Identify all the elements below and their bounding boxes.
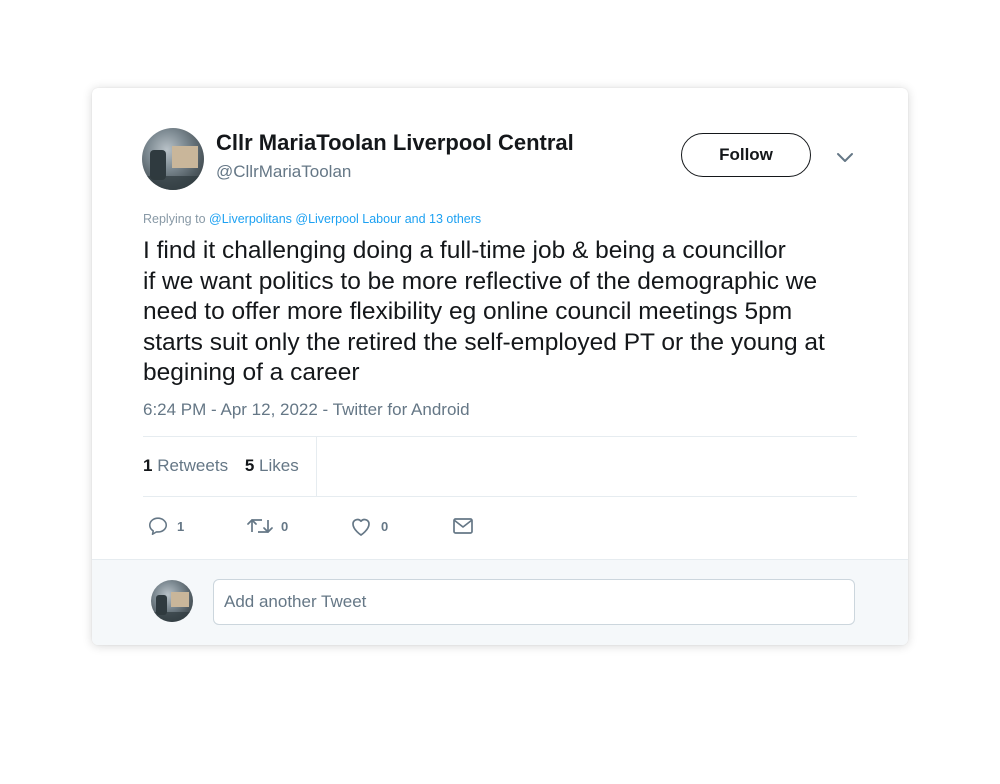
replying-to: Replying to @Liverpolitans @Liverpool La… (143, 212, 481, 226)
retweets-stat[interactable]: 1 Retweets (143, 456, 228, 476)
reply-count: 1 (177, 518, 185, 534)
tweet-line: starts suit only the retired the self-em… (143, 328, 825, 356)
mention-link[interactable]: @Liverpool Labour (295, 212, 401, 226)
heart-icon (352, 518, 370, 536)
tweet-card: Cllr MariaToolan Liverpool Central @Cllr… (92, 88, 908, 645)
avatar[interactable] (142, 128, 204, 190)
tweet-line: I find it challenging doing a full-time … (143, 237, 786, 264)
reply-action[interactable]: 1 (147, 514, 184, 538)
retweet-count: 0 (281, 518, 289, 534)
mention-link[interactable]: @Liverpolitans (209, 212, 292, 226)
divider (143, 496, 857, 497)
likes-count: 5 (244, 456, 255, 475)
divider (143, 436, 857, 437)
user-handle[interactable]: @CllrMariaToolan (216, 162, 351, 182)
like-count: 0 (381, 518, 389, 534)
divider (316, 437, 317, 496)
reply-icon (148, 517, 168, 536)
tweet-line: begining of a career (143, 359, 360, 386)
retweets-count: 1 (143, 456, 153, 475)
display-name[interactable]: Cllr MariaToolan Liverpool Central (216, 130, 574, 156)
like-action[interactable]: 0 (349, 514, 388, 538)
chevron-down-icon[interactable] (836, 150, 854, 164)
likes-stat[interactable]: 5 Likes (245, 456, 299, 476)
likes-label: Likes (259, 456, 299, 475)
retweet-icon (247, 519, 273, 533)
tweet-timestamp[interactable]: 6:24 PM - Apr 12, 2022 - Twitter for And… (143, 400, 470, 420)
tweet-line: if we want politics to be more reflectiv… (143, 267, 818, 295)
tweet-text: I find it challenging doing a full-time … (143, 236, 873, 389)
follow-button[interactable]: Follow (681, 133, 811, 177)
message-action[interactable] (452, 514, 474, 538)
retweet-action[interactable]: 0 (247, 514, 288, 538)
reply-input[interactable] (213, 579, 855, 625)
tweet-line: need to offer more flexibility eg online… (143, 298, 793, 325)
others-link[interactable]: and 13 others (405, 212, 481, 226)
replying-prefix: Replying to (143, 212, 206, 226)
avatar (151, 580, 193, 622)
mail-icon (453, 518, 473, 534)
tweet-stats: 1 Retweets 5 Likes (143, 456, 311, 476)
retweets-label: Retweets (157, 456, 229, 475)
